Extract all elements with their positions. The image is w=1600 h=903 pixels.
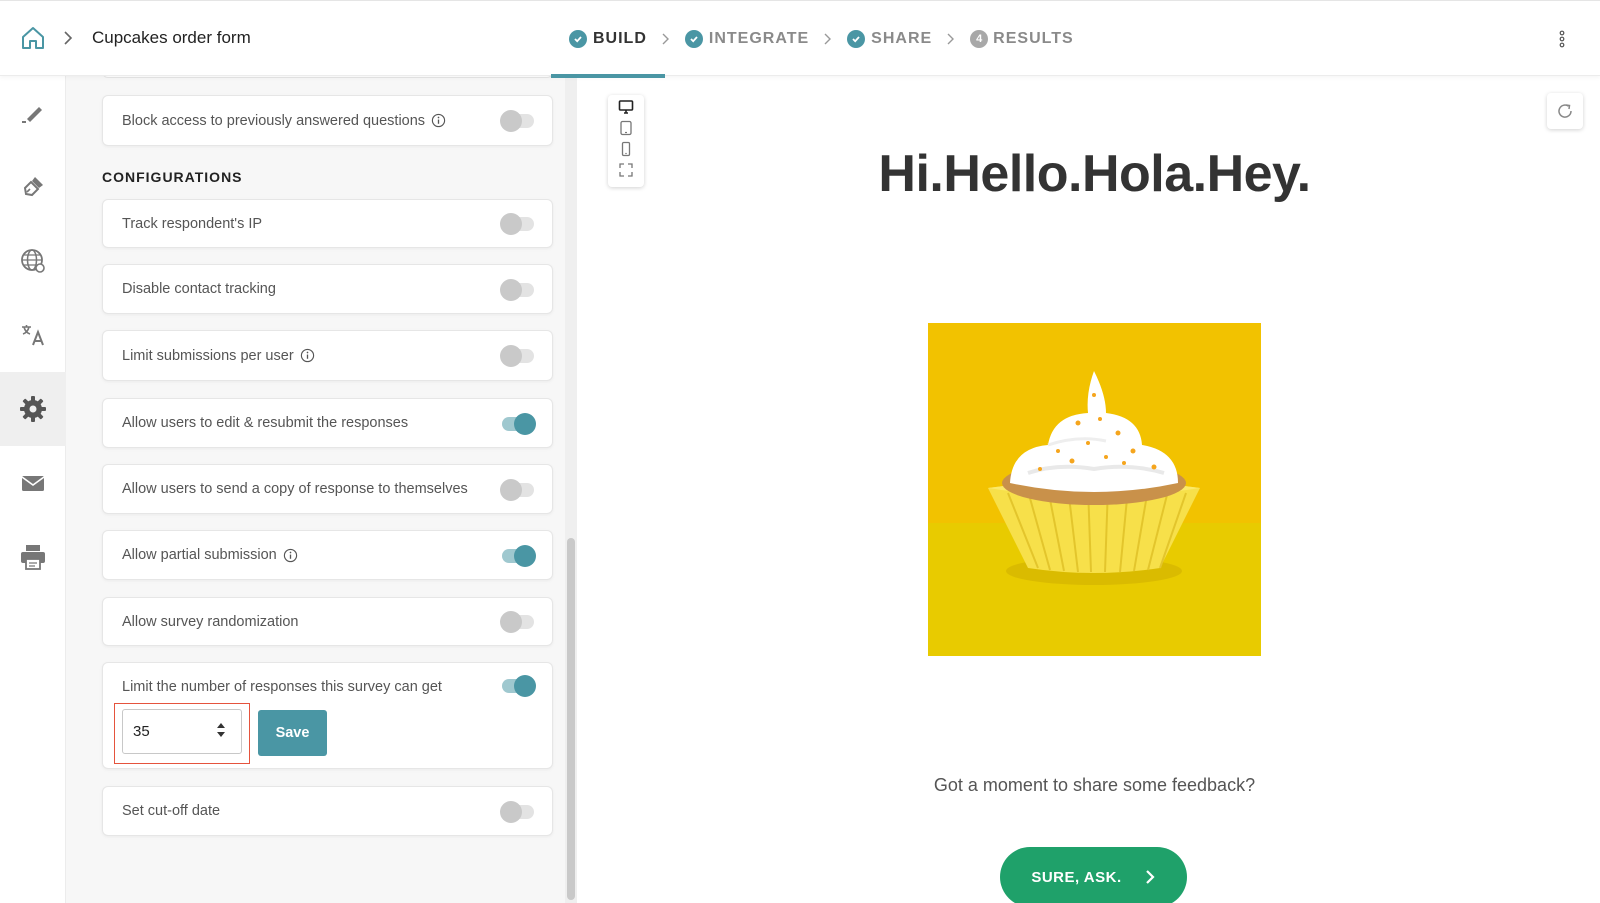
settings-scrollbar[interactable] — [565, 76, 577, 903]
setting-label-text: Allow partial submission — [122, 547, 277, 563]
rail-item-email[interactable] — [0, 446, 66, 520]
setting-label: Block access to previously answered ques… — [122, 96, 446, 145]
toggle-disable-contact-tracking[interactable] — [500, 279, 536, 301]
tablet-icon[interactable] — [618, 120, 634, 136]
check-circle-icon — [684, 30, 703, 48]
info-icon[interactable] — [431, 113, 446, 128]
welcome-title: Hi.Hello.Hola.Hey. — [878, 145, 1311, 203]
chevron-right-icon — [662, 33, 669, 45]
section-title-configurations: CONFIGURATIONS — [102, 169, 243, 185]
toggle-track-ip[interactable] — [500, 213, 536, 235]
step-label: BUILD — [593, 30, 647, 47]
setting-cut-off-date: Set cut-off date — [102, 786, 553, 836]
response-limit-highlight — [114, 703, 250, 764]
setting-partial-submission: Allow partial submission — [102, 530, 553, 580]
rail-item-print[interactable] — [0, 520, 66, 594]
step-share[interactable]: SHARE — [847, 1, 932, 77]
stepper-arrows-icon[interactable] — [215, 719, 227, 741]
setting-label-text: Block access to previously answered ques… — [122, 112, 426, 129]
pencil-icon — [22, 107, 42, 123]
setting-label-text: Disable contact tracking — [122, 281, 276, 297]
setting-label-text: Limit submissions per user — [122, 347, 294, 364]
refresh-preview-button[interactable] — [1547, 93, 1583, 129]
setting-label-text: Allow users to send a copy of response t… — [122, 481, 468, 497]
setting-label: Set cut-off date — [122, 787, 220, 835]
cupcake-image — [928, 323, 1261, 656]
toggle-survey-randomization[interactable] — [500, 611, 536, 633]
globe-icon — [21, 249, 45, 273]
check-circle-icon — [847, 30, 866, 48]
info-icon[interactable] — [300, 348, 315, 363]
setting-label: Allow users to send a copy of response t… — [122, 465, 468, 513]
survey-preview: Hi.Hello.Hola.Hey. Got a moment to share… — [589, 76, 1600, 903]
toggle-block-access[interactable] — [500, 110, 536, 132]
setting-label-text: Allow users to edit & resubmit the respo… — [122, 415, 409, 431]
setting-label-text: Track respondent's IP — [122, 215, 263, 232]
setting-label: Track respondent's IP — [122, 200, 262, 247]
step-label: SHARE — [871, 30, 933, 47]
top-bar: Cupcakes order form BUILD INTEGRATE SHAR… — [0, 0, 1600, 78]
setting-label: Disable contact tracking — [122, 265, 276, 313]
setting-label: Allow survey randomization — [122, 598, 299, 645]
form-title: Cupcakes order form — [92, 28, 251, 47]
desktop-icon[interactable] — [618, 99, 634, 115]
setting-label-text: Limit the number of responses this surve… — [122, 679, 442, 695]
setting-label: Allow partial submission — [122, 531, 298, 579]
mail-icon — [21, 476, 45, 491]
save-button[interactable]: Save — [258, 710, 327, 756]
start-survey-label: SURE, ASK. — [1031, 868, 1122, 886]
setting-label-text: Set cut-off date — [122, 803, 221, 819]
setting-label: Allow users to edit & resubmit the respo… — [122, 399, 408, 447]
step-results[interactable]: 4 RESULTS — [970, 1, 1073, 77]
toggle-send-copy[interactable] — [500, 479, 536, 501]
check-circle-icon — [569, 30, 587, 48]
setting-send-copy: Allow users to send a copy of response t… — [102, 464, 553, 514]
gear-icon — [20, 396, 46, 422]
chevron-right-icon — [824, 33, 832, 45]
step-build[interactable]: BUILD — [551, 1, 665, 78]
step-label: RESULTS — [993, 30, 1074, 47]
setting-limit-submissions: Limit submissions per user — [102, 330, 553, 381]
setting-label: Limit submissions per user — [122, 331, 315, 380]
toggle-limit-submissions[interactable] — [500, 345, 536, 367]
printer-icon — [21, 545, 45, 570]
setting-limit-responses: Limit the number of responses this surve… — [102, 662, 553, 769]
more-options-icon[interactable] — [1552, 27, 1572, 51]
rail-item-design[interactable] — [0, 150, 66, 224]
settings-panel: Block access to previously answered ques… — [66, 76, 577, 903]
home-icon[interactable] — [20, 25, 46, 51]
setting-track-ip: Track respondent's IP — [102, 199, 553, 248]
toggle-cut-off-date[interactable] — [500, 801, 536, 823]
step-label: INTEGRATE — [708, 30, 810, 47]
feedback-prompt: Got a moment to share some feedback? — [933, 775, 1256, 795]
translate-icon — [22, 325, 44, 346]
step-integrate[interactable]: INTEGRATE — [684, 1, 810, 77]
start-survey-button[interactable]: SURE, ASK. — [1000, 847, 1187, 903]
setting-label-text: Allow survey randomization — [122, 613, 299, 630]
chevron-right-icon — [1145, 870, 1155, 884]
step-number-badge: 4 — [970, 30, 989, 48]
chevron-right-icon — [64, 31, 73, 45]
toggle-edit-resubmit[interactable] — [500, 413, 536, 435]
step-navigation: BUILD INTEGRATE SHARE 4 RESULTS — [551, 1, 1074, 78]
left-tool-rail — [0, 76, 66, 903]
toggle-partial-submission[interactable] — [500, 545, 536, 567]
rail-item-translate[interactable] — [0, 298, 66, 372]
rail-item-settings[interactable] — [0, 372, 66, 446]
setting-disable-contact-tracking: Disable contact tracking — [102, 264, 553, 314]
rail-item-edit[interactable] — [0, 76, 66, 150]
toggle-limit-responses[interactable] — [500, 675, 536, 697]
paint-brush-icon — [23, 177, 43, 197]
setting-block-access: Block access to previously answered ques… — [102, 95, 553, 146]
rail-item-web[interactable] — [0, 224, 66, 298]
info-icon[interactable] — [283, 548, 298, 563]
chevron-right-icon — [947, 33, 955, 45]
scrollbar-thumb[interactable] — [567, 538, 575, 900]
setting-edit-resubmit: Allow users to edit & resubmit the respo… — [102, 398, 553, 448]
app-window: Cupcakes order form BUILD INTEGRATE SHAR… — [0, 0, 1600, 903]
setting-survey-randomization: Allow survey randomization — [102, 597, 553, 646]
refresh-icon — [1558, 104, 1572, 118]
previous-card-edge — [102, 76, 553, 78]
